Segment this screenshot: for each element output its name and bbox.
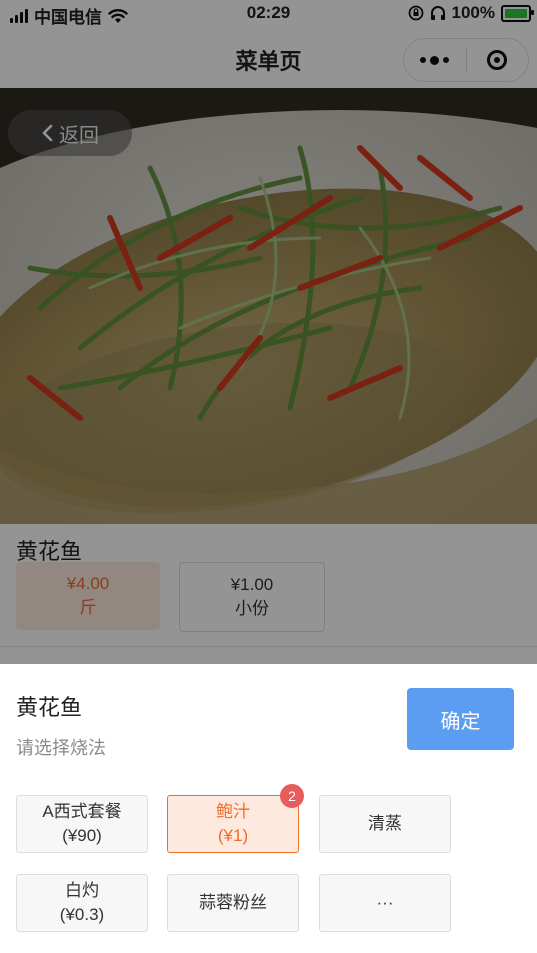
option-abalone-sauce[interactable]: 鲍汁 (¥1) 2: [167, 784, 304, 853]
option-western-set[interactable]: A西式套餐 (¥90): [16, 795, 148, 853]
option-blanched[interactable]: 白灼 (¥0.3): [16, 874, 148, 932]
modal-mask[interactable]: [0, 0, 537, 664]
option-price: (¥90): [62, 826, 102, 845]
option-name: 鲍汁: [216, 802, 250, 821]
option-price: (¥0.3): [59, 905, 105, 924]
menu-page: 中国电信 02:29 100% 菜单页 返回 黄花鱼 ¥4.00 斤 ¥1.00…: [0, 0, 537, 953]
option-name: 蒜蓉粉丝: [199, 893, 267, 912]
confirm-button[interactable]: 确定: [407, 688, 514, 750]
option-garlic-vermicelli[interactable]: 蒜蓉粉丝: [167, 874, 299, 932]
option-name: 清蒸: [368, 814, 402, 833]
quantity-badge: 2: [280, 784, 304, 808]
option-steamed[interactable]: 清蒸: [319, 795, 451, 853]
sheet-title: 黄花鱼: [16, 695, 83, 720]
option-more[interactable]: ···: [319, 874, 451, 932]
sheet-subtitle: 请选择烧法: [16, 738, 106, 758]
cooking-method-sheet: 黄花鱼 请选择烧法 确定 A西式套餐 (¥90) 鲍汁 (¥1) 2 清蒸 白灼…: [0, 664, 537, 953]
option-name: ···: [376, 893, 394, 912]
option-name: A西式套餐: [42, 802, 122, 821]
option-price: (¥1): [217, 826, 249, 845]
option-name: 白灼: [65, 881, 99, 900]
